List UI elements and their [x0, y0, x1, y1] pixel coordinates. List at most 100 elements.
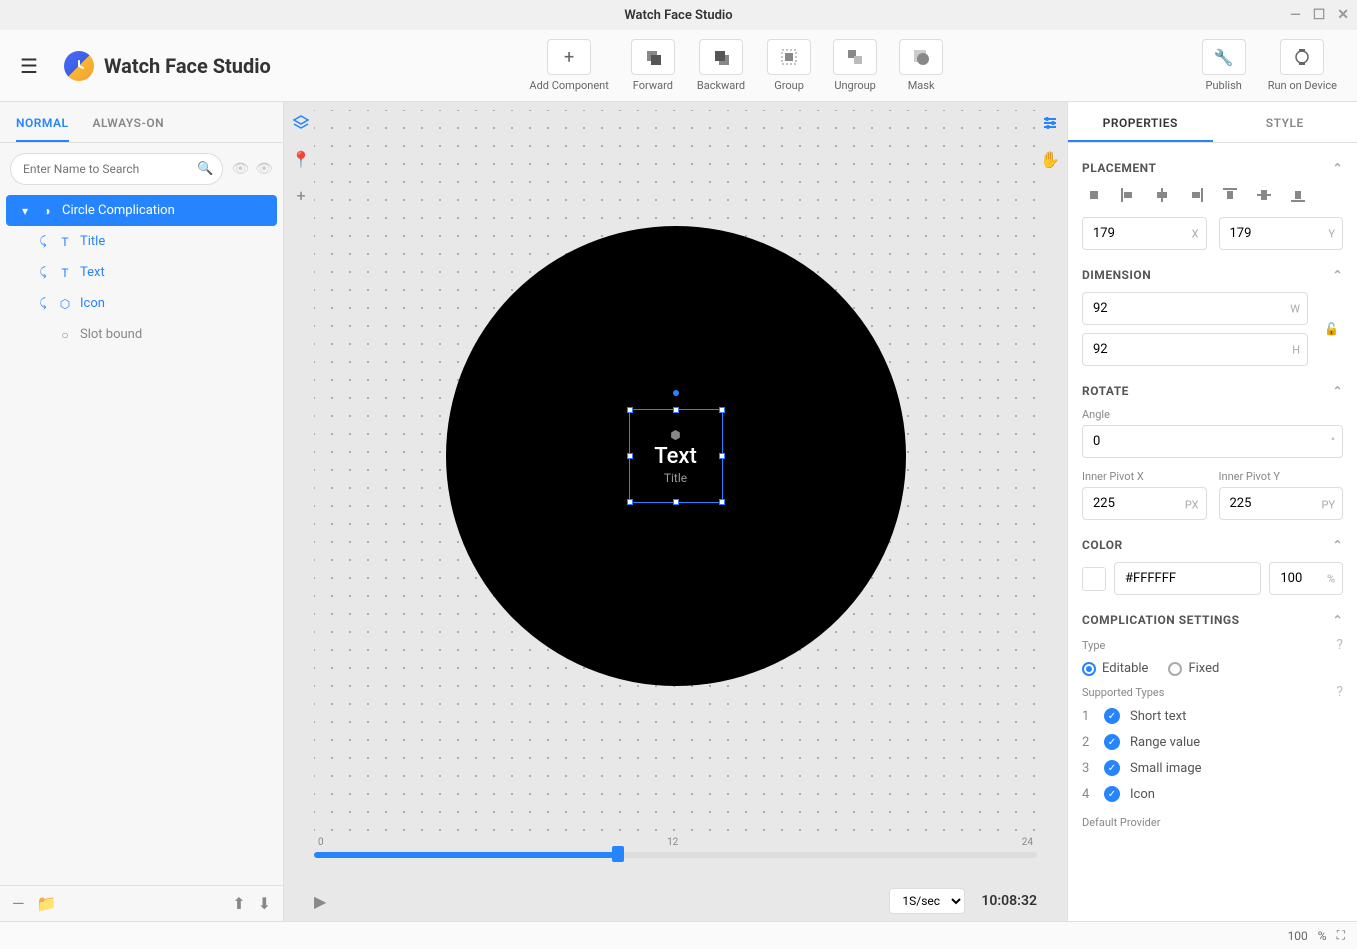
resize-handle[interactable]: [673, 499, 679, 505]
canvas-area: 📍 + ✋ ⬢ Text Title: [284, 102, 1067, 921]
fullscreen-icon[interactable]: ⛶: [1337, 928, 1345, 943]
y-input[interactable]: [1219, 217, 1344, 250]
type-short-text[interactable]: 1✓Short text: [1082, 708, 1343, 724]
ungroup-button[interactable]: Ungroup: [833, 39, 877, 92]
section-complication-settings: COMPLICATION SETTINGS⌃ Type ? Editable F…: [1082, 613, 1343, 829]
align-right-icon[interactable]: [1184, 185, 1208, 205]
radio-fixed[interactable]: Fixed: [1168, 661, 1219, 676]
resize-handle[interactable]: [719, 453, 725, 459]
layers-footer: — 📁 ⬆ ⬇: [0, 885, 283, 921]
resize-handle[interactable]: [627, 407, 633, 413]
selection-box[interactable]: ⬢ Text Title: [629, 409, 723, 503]
width-input[interactable]: [1082, 292, 1308, 325]
titlebar: Watch Face Studio — ☐ ✕: [0, 0, 1357, 30]
height-input[interactable]: [1082, 333, 1308, 366]
pin-tool-icon[interactable]: 📍: [290, 148, 312, 170]
lock-aspect-icon[interactable]: 🔓: [1320, 322, 1343, 336]
collapse-icon[interactable]: ⌃: [1332, 268, 1343, 282]
collapse-icon[interactable]: ⌃: [1332, 538, 1343, 552]
resize-handle[interactable]: [719, 407, 725, 413]
rotate-handle[interactable]: [673, 390, 679, 396]
collapse-icon[interactable]: ⌃: [1332, 384, 1343, 398]
mask-button[interactable]: Mask: [899, 39, 943, 92]
group-button[interactable]: Group: [767, 39, 811, 92]
timeline-thumb[interactable]: [612, 846, 624, 862]
alignment-row: [1082, 185, 1343, 205]
layer-icon[interactable]: ⤹ ⬡ Icon: [0, 288, 283, 319]
layers-tool-icon[interactable]: [290, 112, 312, 134]
layer-text[interactable]: ⤹ T Text: [0, 257, 283, 288]
timeline-track[interactable]: [314, 852, 1037, 858]
show-all-icon[interactable]: 👁: [231, 161, 249, 177]
resize-handle[interactable]: [627, 499, 633, 505]
add-tool-icon[interactable]: +: [290, 184, 312, 206]
collapse-icon[interactable]: ⌃: [1332, 613, 1343, 627]
link-icon: ⤹: [36, 234, 50, 249]
settings-tool-icon[interactable]: [1039, 112, 1061, 134]
minimize-icon[interactable]: —: [1290, 7, 1301, 23]
complication-icon: ◑: [40, 204, 54, 218]
upload-icon[interactable]: ⬆: [232, 894, 245, 913]
section-color: COLOR⌃ %: [1082, 538, 1343, 595]
forward-button[interactable]: Forward: [631, 39, 675, 92]
status-bar: 100 % ⛶: [0, 921, 1357, 949]
publish-button[interactable]: 🔧 Publish: [1202, 39, 1246, 92]
x-input[interactable]: [1082, 217, 1207, 250]
resize-handle[interactable]: [719, 499, 725, 505]
help-icon[interactable]: ?: [1336, 684, 1343, 700]
tab-normal[interactable]: NORMAL: [16, 102, 69, 142]
maximize-icon[interactable]: ☐: [1313, 7, 1326, 23]
close-icon[interactable]: ✕: [1337, 7, 1349, 23]
color-swatch[interactable]: [1082, 567, 1106, 591]
add-component-button[interactable]: + Add Component: [529, 39, 608, 92]
align-vcenter-icon[interactable]: [1252, 185, 1276, 205]
align-left-icon[interactable]: [1116, 185, 1140, 205]
layer-title[interactable]: ⤹ T Title: [0, 226, 283, 257]
app-logo-text: Watch Face Studio: [104, 54, 271, 78]
download-icon[interactable]: ⬇: [258, 894, 271, 913]
backward-icon: [699, 39, 743, 75]
layers-panel: NORMAL ALWAYS-ON 🔍 👁 👁 ▾ ◑ Circle Compli…: [0, 102, 284, 921]
type-small-image[interactable]: 3✓Small image: [1082, 760, 1343, 776]
layer-slot-bound[interactable]: ⤹ ○ Slot bound: [0, 319, 283, 350]
tab-always-on[interactable]: ALWAYS-ON: [93, 102, 165, 142]
layer-list: ▾ ◑ Circle Complication ⤹ T Title ⤹ T Te…: [0, 195, 283, 885]
folder-icon[interactable]: 📁: [37, 894, 57, 913]
collapse-icon[interactable]: ⌃: [1332, 161, 1343, 175]
speed-select[interactable]: 1S/sec: [889, 888, 965, 914]
align-bottom-icon[interactable]: [1286, 185, 1310, 205]
color-hex-input[interactable]: [1114, 562, 1261, 595]
remove-icon[interactable]: —: [12, 894, 25, 913]
play-button[interactable]: ▶: [314, 892, 326, 911]
plus-icon: +: [547, 39, 591, 75]
canvas-viewport[interactable]: ⬢ Text Title: [314, 110, 1037, 831]
circle-icon: ○: [58, 328, 72, 342]
hand-tool-icon[interactable]: ✋: [1039, 148, 1061, 170]
group-icon: [767, 39, 811, 75]
type-range-value[interactable]: 2✓Range value: [1082, 734, 1343, 750]
resize-handle[interactable]: [627, 453, 633, 459]
type-icon[interactable]: 4✓Icon: [1082, 786, 1343, 802]
tab-properties[interactable]: PROPERTIES: [1068, 102, 1213, 142]
supported-types-list: 1✓Short text 2✓Range value 3✓Small image…: [1082, 708, 1343, 802]
hide-all-icon[interactable]: 👁: [255, 161, 273, 177]
layer-circle-complication[interactable]: ▾ ◑ Circle Complication: [6, 195, 277, 226]
search-box: 🔍: [10, 153, 223, 185]
align-center-both-icon[interactable]: [1082, 185, 1106, 205]
backward-button[interactable]: Backward: [697, 39, 745, 92]
help-icon[interactable]: ?: [1336, 637, 1343, 653]
right-tools: 🔧 Publish Run on Device: [1202, 39, 1337, 92]
resize-handle[interactable]: [673, 407, 679, 413]
ungroup-icon: [833, 39, 877, 75]
align-top-icon[interactable]: [1218, 185, 1242, 205]
search-icon: 🔍: [197, 162, 213, 177]
angle-input[interactable]: [1082, 425, 1343, 458]
align-hcenter-icon[interactable]: [1150, 185, 1174, 205]
complication-text: Text: [654, 444, 697, 469]
search-input[interactable]: [10, 153, 223, 185]
menu-icon[interactable]: ☰: [20, 54, 38, 78]
run-on-device-button[interactable]: Run on Device: [1268, 39, 1337, 92]
tab-style[interactable]: STYLE: [1213, 102, 1357, 142]
window-title: Watch Face Studio: [624, 8, 732, 23]
radio-editable[interactable]: Editable: [1082, 661, 1148, 676]
